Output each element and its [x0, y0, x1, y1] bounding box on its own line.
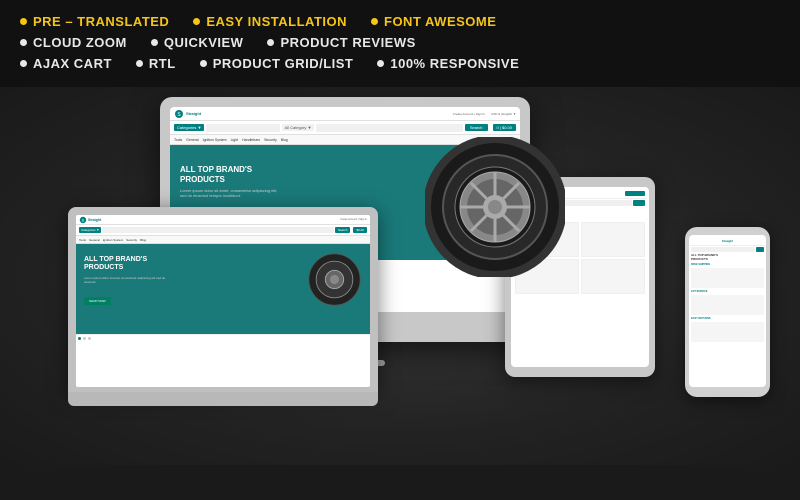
feature-label: QUICKVIEW	[164, 35, 244, 50]
large-tire	[425, 137, 565, 277]
features-section: PRE – TRANSLATED EASY INSTALLATION FONT …	[0, 0, 800, 87]
feature-pre-translated: PRE – TRANSLATED	[20, 14, 169, 29]
laptop-screen: S Straight Create Account | Sign In Cate…	[76, 215, 370, 387]
feature-label: CLOUD ZOOM	[33, 35, 127, 50]
laptop-logo-icon: S	[79, 216, 87, 224]
logo-icon: S	[174, 109, 184, 119]
phone-screen: Straight ALL TOP BRAND'SPRODUCTS FREE SH…	[689, 235, 766, 387]
feature-ajax-cart: AJAX CART	[20, 56, 112, 71]
feature-label: PRODUCT REVIEWS	[280, 35, 415, 50]
feature-font-awesome: FONT AWESOME	[371, 14, 496, 29]
preview-section: S Straight Create Account | Sign In USD …	[0, 87, 800, 465]
feature-label: RTL	[149, 56, 176, 71]
feature-label: FONT AWESOME	[384, 14, 496, 29]
bullet-icon	[20, 39, 27, 46]
feature-label: PRODUCT GRID/LIST	[213, 56, 354, 71]
phone-frame: Straight ALL TOP BRAND'SPRODUCTS FREE SH…	[685, 227, 770, 397]
bullet-icon	[200, 60, 207, 67]
laptop-device: S Straight Create Account | Sign In Cate…	[68, 207, 378, 437]
feature-easy-installation: EASY INSTALLATION	[193, 14, 347, 29]
laptop-base	[68, 392, 378, 406]
bullet-icon	[193, 18, 200, 25]
features-row-1: PRE – TRANSLATED EASY INSTALLATION FONT …	[20, 14, 780, 29]
feature-rtl: RTL	[136, 56, 176, 71]
feature-quickview: QUICKVIEW	[151, 35, 244, 50]
feature-label: EASY INSTALLATION	[206, 14, 347, 29]
laptop-website: S Straight Create Account | Sign In Cate…	[76, 215, 370, 387]
bullet-icon	[151, 39, 158, 46]
phone-device: Straight ALL TOP BRAND'SPRODUCTS FREE SH…	[685, 227, 770, 397]
feature-product-grid-list: PRODUCT GRID/LIST	[200, 56, 354, 71]
laptop-tire-icon	[307, 252, 362, 307]
features-row-3: AJAX CART RTL PRODUCT GRID/LIST 100% RES…	[20, 56, 780, 71]
bullet-icon	[371, 18, 378, 25]
bullet-icon	[136, 60, 143, 67]
features-row-2: CLOUD ZOOM QUICKVIEW PRODUCT REVIEWS	[20, 35, 780, 50]
bullet-icon	[267, 39, 274, 46]
feature-product-reviews: PRODUCT REVIEWS	[267, 35, 415, 50]
feature-label: 100% RESPONSIVE	[390, 56, 519, 71]
feature-label: AJAX CART	[33, 56, 112, 71]
bullet-icon	[20, 18, 27, 25]
svg-text:S: S	[82, 217, 85, 222]
feature-cloud-zoom: CLOUD ZOOM	[20, 35, 127, 50]
bullet-icon	[20, 60, 27, 67]
laptop-frame: S Straight Create Account | Sign In Cate…	[68, 207, 378, 392]
large-tire-svg	[425, 137, 565, 277]
bullet-icon	[377, 60, 384, 67]
feature-label: PRE – TRANSLATED	[33, 14, 169, 29]
feature-responsive: 100% RESPONSIVE	[377, 56, 519, 71]
